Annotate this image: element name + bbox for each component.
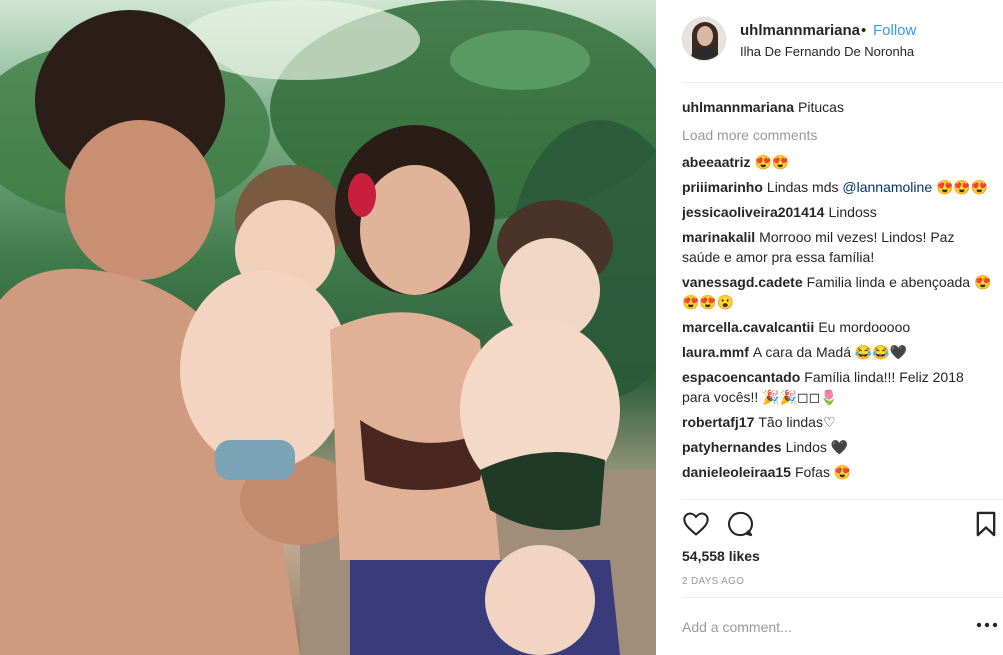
follow-button[interactable]: Follow (873, 22, 916, 39)
action-bar (682, 510, 1003, 540)
comment-username[interactable]: jessicaoliveira201414 (682, 204, 824, 220)
comment-mention-link[interactable]: @lannamoline (842, 179, 932, 195)
location-link[interactable]: Ilha De Fernando De Noronha (740, 44, 914, 59)
likes-count[interactable]: 54,558 likes (682, 548, 760, 564)
comment-username[interactable]: danieleoleiraa15 (682, 464, 791, 480)
comment-username[interactable]: patyhernandes (682, 439, 782, 455)
speech-bubble-icon[interactable] (726, 510, 754, 538)
post-timestamp[interactable]: 2 DAYS AGO (682, 576, 744, 587)
comment-text: Tão lindas♡ (758, 414, 836, 430)
caption-username[interactable]: uhlmannmariana (682, 99, 794, 115)
comment-username[interactable]: marcella.cavalcantii (682, 319, 814, 335)
comment-item: vanessagd.cadete Familia linda e abençoad… (682, 272, 992, 312)
username-link[interactable]: uhlmannmariana (740, 22, 860, 39)
comment-text: 😍😍 (754, 154, 790, 170)
comment-username[interactable]: marinakalil (682, 229, 755, 245)
comment-text: Lindas mds (766, 179, 843, 195)
comment-text: Lindos 🖤 (785, 439, 849, 455)
caption: uhlmannmariana Pitucas (682, 97, 992, 117)
photo-illustration (0, 0, 656, 655)
comment-item: danieleoleiraa15 Fofas 😍 (682, 462, 992, 482)
comment-username[interactable]: priiimarinho (682, 179, 763, 195)
comment-text: A cara da Madá 😂😂🖤 (752, 344, 908, 360)
comment-username[interactable]: abeeaatriz (682, 154, 750, 170)
load-more-comments-button[interactable]: Load more comments (682, 125, 992, 145)
comment-text: Lindoss (828, 204, 877, 220)
heart-icon[interactable] (682, 510, 710, 538)
more-options-icon[interactable] (976, 618, 998, 632)
post-side-panel: uhlmannmariana • Follow Ilha De Fernando… (656, 0, 1003, 655)
comment-text: Eu mordooooo (818, 319, 911, 335)
add-comment-input[interactable] (682, 614, 962, 640)
comment-text: Fofas 😍 (794, 464, 852, 480)
comment-text: 😍😍😍 (932, 179, 989, 195)
divider (682, 82, 1003, 83)
separator-dot: • (861, 22, 867, 39)
comment-username[interactable]: espacoencantado (682, 369, 800, 385)
comment-username[interactable]: vanessagd.cadete (682, 274, 803, 290)
comment-item: marinakalil Morrooo mil vezes! Lindos! Pa… (682, 227, 992, 267)
post-header: uhlmannmariana • Follow Ilha De Fernando… (656, 0, 1003, 82)
comment-item: marcella.cavalcantii Eu mordooooo (682, 317, 992, 337)
divider (682, 597, 1003, 598)
avatar[interactable] (682, 17, 726, 61)
comment-item: patyhernandes Lindos 🖤 (682, 437, 992, 457)
comment-item: laura.mmf A cara da Madá 😂😂🖤 (682, 342, 992, 362)
caption-text: Pitucas (798, 99, 844, 115)
comment-item: jessicaoliveira201414 Lindoss (682, 202, 992, 222)
comment-username[interactable]: laura.mmf (682, 344, 749, 360)
comment-item: abeeaatriz 😍😍 (682, 152, 992, 172)
comment-item: robertafj17 Tão lindas♡ (682, 412, 992, 432)
divider (682, 499, 1003, 500)
comment-item: priiimarinho Lindas mds @lannamoline 😍😍😍 (682, 177, 992, 197)
comments-list[interactable]: uhlmannmariana Pitucas Load more comments… (682, 94, 992, 498)
bookmark-icon[interactable] (972, 510, 1000, 538)
post-photo[interactable] (0, 0, 656, 655)
comment-item: espacoencantado Família linda!!! Feliz 20… (682, 367, 992, 407)
comment-username[interactable]: robertafj17 (682, 414, 754, 430)
